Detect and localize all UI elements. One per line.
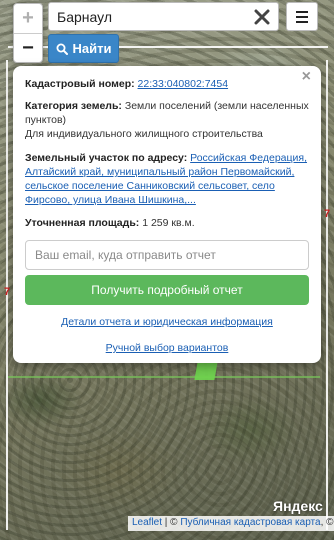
close-icon[interactable]: ×	[302, 69, 311, 85]
get-report-button[interactable]: Получить подробный отчет	[25, 275, 309, 305]
menu-icon-bar	[296, 10, 308, 13]
menu-icon-bar	[296, 20, 308, 23]
menu-icon-bar	[296, 15, 308, 18]
clear-icon[interactable]	[252, 7, 272, 27]
selected-parcel-marker[interactable]	[194, 362, 218, 380]
cadastral-map-link[interactable]: Публичная кадастровая карта	[180, 517, 320, 528]
cadastral-number-link[interactable]: 22:33:040802:7454	[138, 78, 229, 90]
manual-link-row: Ручной выбор вариантов	[25, 341, 309, 355]
parcel-number-right: 7	[324, 208, 331, 220]
menu-button[interactable]	[286, 2, 318, 31]
email-field[interactable]	[25, 240, 309, 270]
cadastral-number-row: Кадастровый номер: 22:33:040802:7454	[25, 77, 309, 91]
land-usage: Для индивидуального жилищного строительс…	[25, 128, 263, 140]
find-button-label: Найти	[72, 41, 112, 56]
land-category-label: Категория земель:	[25, 100, 122, 112]
area-row: Уточненная площадь: 1 259 кв.м.	[25, 216, 309, 230]
parcel-number-left: 7	[4, 286, 11, 298]
leaflet-link[interactable]: Leaflet	[132, 517, 162, 528]
attribution-separator: | ©	[162, 517, 181, 528]
zoom-in-button[interactable]: +	[14, 4, 42, 33]
manual-selection-link[interactable]: Ручной выбор вариантов	[106, 342, 229, 354]
parcel-boundary-right	[326, 60, 328, 530]
details-link-row: Детали отчета и юридическая информация	[25, 315, 309, 329]
area-label: Уточненная площадь:	[25, 217, 140, 229]
yandex-logo: Яндекс	[273, 498, 323, 514]
report-details-link[interactable]: Детали отчета и юридическая информация	[61, 316, 273, 328]
cadastral-number-label: Кадастровый номер:	[25, 78, 135, 90]
parcel-info-popup: × Кадастровый номер: 22:33:040802:7454 К…	[13, 66, 321, 363]
map-attribution: Leaflet | © Публичная кадастровая карта,…	[128, 516, 334, 531]
address-row: Земельный участок по адресу: Российская …	[25, 151, 309, 207]
search-icon	[56, 43, 68, 55]
selected-parcel-outline[interactable]	[8, 368, 320, 378]
address-label: Земельный участок по адресу:	[25, 152, 188, 164]
find-button[interactable]: Найти	[48, 34, 119, 63]
zoom-out-button[interactable]: −	[14, 33, 42, 62]
zoom-control: + −	[13, 3, 43, 63]
area-value: 1 259 кв.м.	[142, 217, 195, 229]
search-input-value[interactable]: Барнаул	[57, 9, 252, 25]
search-input[interactable]: Барнаул	[48, 2, 279, 31]
attribution-tail: , ©	[320, 517, 334, 528]
land-category-row: Категория земель: Земли поселений (земли…	[25, 99, 309, 127]
